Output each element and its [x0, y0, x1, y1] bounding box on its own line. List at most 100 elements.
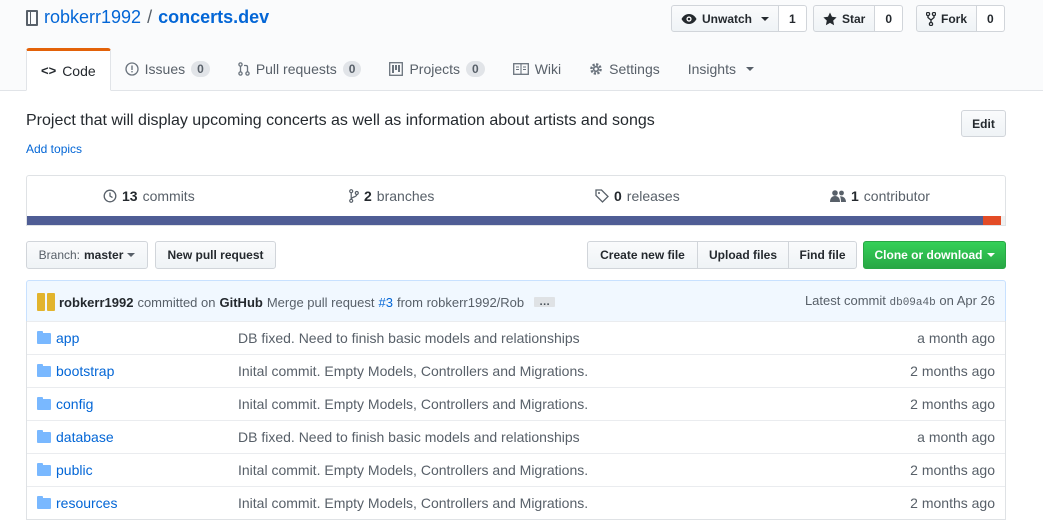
contributors-count: 1 — [851, 188, 859, 204]
file-age: a month ago — [917, 429, 995, 445]
chevron-down-icon — [986, 253, 995, 257]
upload-files-button[interactable]: Upload files — [697, 241, 789, 269]
tab-settings[interactable]: Settings — [575, 48, 674, 90]
file-commit-message[interactable]: Inital commit. Empty Models, Controllers… — [238, 363, 588, 379]
file-commit-message[interactable]: Inital commit. Empty Models, Controllers… — [238, 462, 588, 478]
tab-issues-label: Issues — [144, 61, 186, 77]
tab-insights[interactable]: Insights — [674, 48, 768, 90]
avatar[interactable] — [37, 293, 55, 311]
tab-code-label: Code — [62, 62, 96, 79]
edit-description-button[interactable]: Edit — [961, 110, 1006, 137]
unwatch-button[interactable]: Unwatch — [671, 5, 780, 32]
file-commit-message[interactable]: DB fixed. Need to finish basic models an… — [238, 429, 580, 445]
file-row: resources Inital commit. Empty Models, C… — [27, 486, 1005, 519]
language-bar[interactable] — [27, 216, 1005, 225]
language-segment — [1001, 216, 1005, 225]
star-label: Star — [842, 11, 866, 26]
commit-date: on Apr 26 — [939, 293, 995, 308]
commits-stat[interactable]: 13 commits — [103, 188, 195, 204]
tab-issues[interactable]: Issues 0 — [111, 48, 224, 90]
repo-name-link[interactable]: concerts.dev — [158, 7, 269, 28]
stars-count[interactable]: 0 — [875, 5, 904, 32]
star-button[interactable]: Star — [813, 5, 876, 32]
project-icon — [389, 62, 404, 76]
repo-title-separator: / — [147, 7, 153, 27]
pull-request-icon — [238, 62, 250, 76]
create-new-file-button[interactable]: Create new file — [587, 241, 698, 269]
branch-select-button[interactable]: Branch: master — [26, 241, 148, 269]
file-age: 2 months ago — [910, 363, 995, 379]
fork-button[interactable]: Fork — [916, 5, 978, 32]
file-commit-message[interactable]: Inital commit. Empty Models, Controllers… — [238, 495, 588, 511]
chevron-down-icon — [127, 253, 136, 257]
forks-count[interactable]: 0 — [977, 5, 1005, 32]
commit-sha[interactable]: db09a4b — [890, 297, 936, 309]
file-name[interactable]: database — [56, 429, 114, 445]
releases-count: 0 — [614, 188, 622, 204]
add-topics-link[interactable]: Add topics — [26, 142, 82, 156]
branches-stat[interactable]: 2 branches — [349, 188, 434, 204]
file-row: bootstrap Inital commit. Empty Models, C… — [27, 354, 1005, 387]
folder-icon — [37, 364, 51, 377]
tab-projects-label: Projects — [409, 61, 461, 77]
file-age: 2 months ago — [910, 462, 995, 478]
file-name[interactable]: bootstrap — [56, 363, 114, 379]
tab-projects[interactable]: Projects 0 — [375, 48, 498, 90]
branch-name: master — [84, 248, 124, 262]
branch-prefix: Branch: — [38, 248, 80, 262]
tab-insights-label: Insights — [687, 61, 736, 77]
file-name[interactable]: resources — [56, 495, 117, 511]
file-age: 2 months ago — [910, 495, 995, 511]
file-age: a month ago — [917, 330, 995, 346]
tab-pull-requests-label: Pull requests — [255, 61, 337, 77]
file-name[interactable]: config — [56, 396, 93, 412]
folder-icon — [37, 331, 51, 344]
branch-icon — [349, 189, 359, 203]
releases-label: releases — [626, 188, 680, 204]
file-name[interactable]: public — [56, 462, 93, 478]
fork-control: Fork 0 — [916, 5, 1005, 32]
file-commit-message[interactable]: Inital commit. Empty Models, Controllers… — [238, 396, 588, 412]
new-pull-request-button[interactable]: New pull request — [155, 241, 276, 269]
file-row: app DB fixed. Need to finish basic model… — [27, 321, 1005, 354]
commit-pr-link[interactable]: #3 — [379, 295, 393, 310]
repo-owner-link[interactable]: robkerr1992 — [44, 7, 141, 28]
code-icon: <> — [41, 63, 57, 78]
repo-nav-tabs: <> Code Issues 0 Pull requests 0 Project… — [26, 48, 768, 91]
commit-message-end[interactable]: from robkerr1992/Rob — [397, 295, 524, 310]
latest-commit-bar: robkerr1992 committed on GitHub Merge pu… — [26, 280, 1006, 322]
people-icon — [830, 190, 846, 202]
watchers-count[interactable]: 1 — [779, 5, 807, 32]
tab-code[interactable]: <> Code — [26, 48, 111, 91]
issues-counter: 0 — [191, 61, 210, 77]
commit-platform: GitHub — [219, 294, 263, 310]
folder-icon — [37, 496, 51, 509]
tab-wiki[interactable]: Wiki — [499, 48, 575, 90]
find-file-button[interactable]: Find file — [788, 241, 857, 269]
clone-label: Clone or download — [874, 248, 983, 262]
tab-pull-requests[interactable]: Pull requests 0 — [224, 48, 376, 90]
file-commit-message[interactable]: DB fixed. Need to finish basic models an… — [238, 330, 580, 346]
releases-stat[interactable]: 0 releases — [595, 188, 680, 204]
file-name[interactable]: app — [56, 330, 79, 346]
contributors-stat[interactable]: 1 contributor — [830, 188, 930, 204]
folder-icon — [37, 397, 51, 410]
book-icon — [512, 63, 529, 75]
watch-control: Unwatch 1 — [671, 5, 807, 32]
history-icon — [103, 189, 117, 203]
projects-counter: 0 — [466, 61, 485, 77]
repo-summary: 13 commits 2 branches 0 releases 1 contr… — [26, 175, 1006, 226]
commits-label: commits — [142, 188, 195, 204]
language-segment — [983, 216, 1002, 225]
commit-message-start[interactable]: Merge pull request — [267, 295, 375, 310]
repo-title: robkerr1992 / concerts.dev — [26, 7, 269, 28]
language-segment — [27, 216, 984, 225]
commit-ellipsis-button[interactable]: … — [534, 297, 556, 308]
commit-author[interactable]: robkerr1992 — [59, 295, 133, 310]
pull-requests-counter: 0 — [342, 61, 362, 77]
file-row: config Inital commit. Empty Models, Cont… — [27, 387, 1005, 420]
clone-or-download-button[interactable]: Clone or download — [863, 241, 1006, 269]
tab-settings-label: Settings — [609, 61, 660, 77]
committed-on-text: committed on — [137, 294, 216, 310]
star-icon — [823, 12, 837, 25]
